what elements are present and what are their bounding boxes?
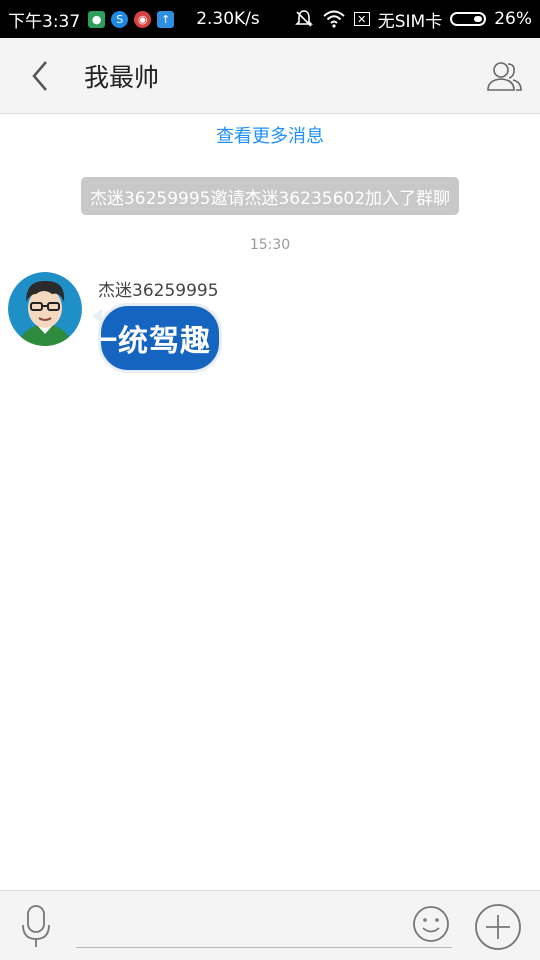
status-app-icons: ● S ◉ ↑ — [88, 10, 175, 28]
wifi-icon — [323, 10, 345, 28]
voice-button[interactable] — [18, 903, 54, 949]
back-button[interactable] — [24, 56, 64, 96]
sender-name: 杰迷36259995 — [98, 281, 219, 301]
network-speed: 2.30K/s — [196, 9, 260, 29]
microphone-icon — [22, 905, 50, 947]
app-swirl-icon: S — [111, 10, 129, 28]
message-content: 一统驾趣 — [98, 324, 211, 359]
status-right: ✕ 无SIM卡 26% — [294, 7, 532, 32]
sim-status-text: 无SIM卡 — [377, 11, 443, 32]
battery-percent: 26% — [494, 9, 532, 29]
load-more-messages-link[interactable]: 查看更多消息 — [0, 122, 540, 148]
message-bubble[interactable]: 一统驾趣 — [98, 303, 222, 373]
no-sim-icon: ✕ — [353, 12, 370, 26]
avatar[interactable] — [8, 272, 82, 346]
input-bar — [0, 890, 540, 960]
bell-muted-icon — [294, 10, 313, 27]
status-time: 下午3:37 — [8, 11, 81, 32]
chat-title: 我最帅 — [84, 63, 160, 92]
plus-circle-icon — [475, 904, 521, 950]
app-red-icon: ◉ — [134, 10, 152, 28]
app-green-icon: ● — [88, 10, 106, 28]
group-members-button[interactable] — [484, 56, 524, 96]
chat-header: 我最帅 — [0, 38, 540, 114]
group-members-icon — [487, 62, 522, 91]
message-timestamp: 15:30 — [249, 237, 291, 253]
app-upload-icon: ↑ — [157, 10, 175, 28]
status-bar: 下午3:37 ● S ◉ ↑ 2.30K/s ✕ 无SIM卡 26% — [0, 0, 540, 38]
message-input[interactable] — [76, 905, 452, 948]
emoji-button[interactable] — [412, 905, 450, 943]
battery-icon — [450, 12, 487, 26]
smiley-icon — [413, 906, 449, 942]
system-notice: 杰迷36259995邀请杰迷36235602加入了群聊 — [81, 177, 459, 215]
user-avatar-icon — [8, 272, 82, 346]
chevron-left-icon — [32, 61, 47, 91]
more-actions-button[interactable] — [474, 903, 522, 951]
